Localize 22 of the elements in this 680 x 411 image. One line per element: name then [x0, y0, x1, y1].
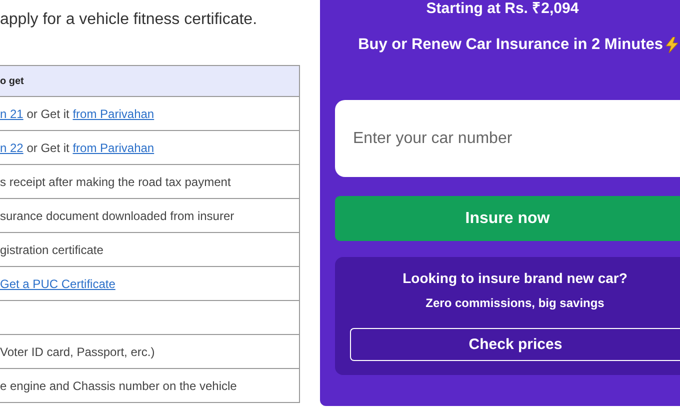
tagline: Buy or Renew Car Insurance in 2 Minutes — [358, 36, 663, 54]
card-subtitle: Zero commissions, big savings — [426, 296, 604, 310]
cell-text: e engine and Chassis number on the vehicle — [0, 378, 237, 392]
card-title: Looking to insure brand new car? — [402, 270, 628, 286]
insure-now-button[interactable]: Insure now — [335, 196, 680, 241]
cell-text: surance document downloaded from insurer — [0, 208, 234, 222]
check-prices-button[interactable]: Check prices — [350, 328, 680, 361]
link[interactable]: n 21 — [0, 106, 24, 120]
lightning-icon — [666, 37, 678, 53]
table-header: o get — [0, 66, 299, 97]
link[interactable]: from Parivahan — [72, 106, 154, 120]
cell-text: gistration certificate — [0, 242, 104, 256]
cell-text: s receipt after making the road tax payment — [0, 174, 231, 188]
link[interactable]: Get a PUC Certificate — [0, 276, 116, 290]
link[interactable]: from Parivahan — [72, 140, 154, 154]
cell-text: or Get it — [26, 140, 70, 154]
cell-text: or Get it — [26, 106, 70, 120]
link[interactable]: n 22 — [0, 140, 24, 154]
headline: Starting at Rs. ₹2,094 — [425, 0, 580, 17]
car-number-field[interactable]: Enter your car number — [335, 100, 680, 177]
intro-text: apply for a vehicle fitness certificate. — [0, 11, 258, 30]
cell-text: Voter ID card, Passport, erc.) — [0, 344, 155, 358]
